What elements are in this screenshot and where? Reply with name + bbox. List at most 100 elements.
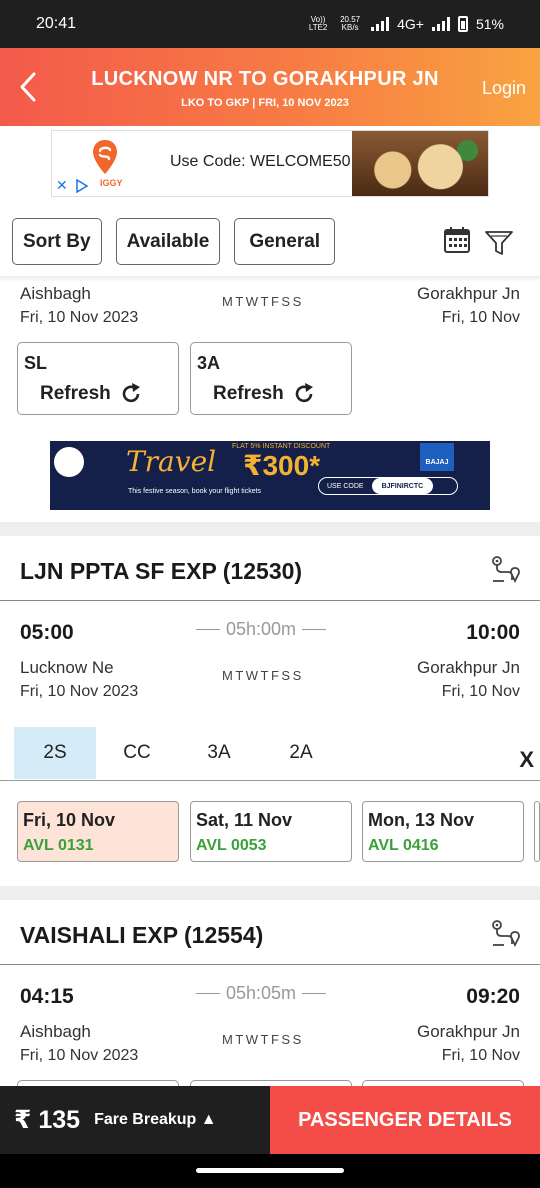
refresh-button[interactable]: Refresh	[40, 382, 143, 406]
train-name: LJN PPTA SF EXP (12530)	[20, 558, 303, 584]
class-card-sl[interactable]: SL Refresh	[17, 342, 179, 415]
bajaj-logo: BAJAJ	[420, 443, 454, 471]
from-station: Aishbagh	[20, 284, 91, 303]
divider	[0, 600, 540, 601]
from-station: Lucknow Ne	[20, 658, 114, 677]
date-availability-card[interactable]: Fri, 10 Nov AVL 0131	[17, 801, 179, 862]
tab-cc[interactable]: CC	[96, 727, 178, 779]
ad-promo-code: Use Code: WELCOME50	[170, 153, 351, 170]
passenger-details-button[interactable]: PASSENGER DETAILS	[270, 1086, 540, 1154]
ad-festive-text: This festive season, book your flight ti…	[128, 488, 262, 495]
app-header: LUCKNOW NR TO GORAKHPUR JN LKO TO GKP | …	[0, 48, 540, 126]
from-date: Fri, 10 Nov 2023	[20, 1047, 139, 1064]
calendar-icon[interactable]	[443, 226, 471, 254]
ad-code-value: BJFINIRCTC	[371, 478, 434, 494]
refresh-icon	[122, 383, 140, 403]
network-speed: 20.57 KB/s	[337, 16, 363, 32]
journey-duration: 05h:05m	[196, 983, 327, 1004]
irctc-logo-icon	[54, 447, 84, 477]
status-time: 20:41	[36, 15, 77, 32]
duration-line	[196, 993, 220, 994]
departure-time: 05:00	[20, 621, 74, 644]
arrival-time: 09:20	[466, 985, 520, 1008]
bottom-action-bar: ₹ 135 Fare Breakup ▲ PASSENGER DETAILS	[0, 1086, 540, 1154]
status-icons: Vo)) LTE2 20.57 KB/s 4G+ 51%	[307, 16, 504, 32]
tab-2a[interactable]: 2A	[260, 727, 342, 779]
fare-section[interactable]: ₹ 135 Fare Breakup ▲	[0, 1086, 270, 1154]
date-availability-card[interactable]: Sat, 11 Nov AVL 0053	[190, 801, 352, 862]
cell-signal-icon	[431, 17, 450, 31]
wifi-signal-icon	[371, 17, 390, 31]
bajaj-ad-banner[interactable]: Travel FLAT 5% INSTANT DISCOUNT ₹300* Th…	[50, 441, 490, 510]
filter-bar: Sort By Available General	[12, 218, 336, 265]
availability-status: AVL 0416	[368, 837, 439, 854]
refresh-label: Refresh	[213, 383, 284, 404]
to-date: Fri, 10 Nov	[441, 683, 520, 700]
login-link[interactable]: Login	[482, 78, 526, 99]
section-separator	[0, 522, 540, 536]
ad-discount-amount: ₹300*	[243, 450, 321, 481]
route-subtitle: LKO TO GKP | FRI, 10 NOV 2023	[181, 97, 349, 109]
from-date: Fri, 10 Nov 2023	[20, 683, 139, 700]
available-filter-button[interactable]: Available	[115, 218, 221, 265]
class-card-3a[interactable]: 3A Refresh	[190, 342, 352, 415]
ad-headline: Travel	[126, 445, 217, 478]
fare-breakup-toggle[interactable]: Fare Breakup ▲	[94, 1111, 217, 1129]
to-date: Fri, 10 Nov	[441, 309, 520, 326]
train-card-12530: LJN PPTA SF EXP (12530) 05:00 05h:00m 10…	[0, 536, 540, 886]
train-name: VAISHALI EXP (12554)	[20, 922, 264, 948]
tab-3a[interactable]: 3A	[178, 727, 260, 779]
departure-time: 04:15	[20, 985, 74, 1008]
from-date: Fri, 10 Nov 2023	[20, 309, 139, 326]
to-station: Gorakhpur Jn	[417, 1022, 520, 1041]
to-station: Gorakhpur Jn	[417, 284, 520, 303]
network-speed-unit: KB/s	[341, 23, 359, 32]
arrival-time: 10:00	[466, 621, 520, 644]
filter-funnel-icon[interactable]	[484, 227, 514, 257]
battery-level: 51%	[475, 16, 504, 32]
volte-indicator: Vo)) LTE2	[308, 15, 328, 32]
fare-amount: ₹ 135	[14, 1106, 81, 1134]
running-days: MTWTFSS	[222, 668, 304, 683]
class-code: SL	[24, 353, 48, 373]
system-nav-bar	[0, 1154, 540, 1188]
back-arrow-icon[interactable]	[14, 70, 44, 104]
sort-by-button[interactable]: Sort By	[12, 218, 102, 265]
home-gesture-handle[interactable]	[196, 1168, 344, 1173]
route-map-icon[interactable]	[490, 554, 522, 586]
swiggy-ad-banner[interactable]: IGGY ✕ Use Code: WELCOME50	[51, 130, 489, 197]
route-title: LUCKNOW NR TO GORAKHPUR JN	[91, 68, 439, 90]
date-availability-card[interactable]: Mon, 13 Nov AVL 0416	[362, 801, 524, 862]
date-availability-card-partial[interactable]	[534, 801, 540, 862]
availability-date: Sat, 11 Nov	[196, 810, 293, 830]
quota-filter-button[interactable]: General	[234, 218, 336, 265]
duration-text: 05h:00m	[226, 619, 297, 639]
network-type: 4G+	[397, 16, 424, 32]
duration-text: 05h:05m	[226, 983, 297, 1003]
availability-status: AVL 0053	[196, 837, 267, 854]
running-days: MTWTFSS	[222, 1032, 304, 1047]
ad-choices-icon[interactable]	[76, 179, 88, 193]
ad-food-image	[352, 131, 488, 196]
availability-date: Fri, 10 Nov	[23, 810, 116, 830]
route-map-icon[interactable]	[490, 918, 522, 950]
refresh-label: Refresh	[40, 383, 111, 404]
section-separator	[0, 886, 540, 900]
availability-status: AVL 0131	[23, 837, 94, 854]
swiggy-logo-icon	[93, 140, 117, 174]
tab-2s[interactable]: 2S	[14, 727, 96, 779]
from-station: Aishbagh	[20, 1022, 91, 1041]
ad-brand-text: IGGY	[100, 178, 123, 188]
status-bar: 20:41 Vo)) LTE2 20.57 KB/s 4G+ 51%	[0, 0, 540, 48]
refresh-icon	[295, 383, 313, 403]
duration-line	[302, 993, 327, 994]
class-code: 3A	[197, 353, 221, 373]
ad-code-label: USE CODE	[327, 482, 364, 490]
divider	[0, 964, 540, 965]
ad-close-icon[interactable]: ✕	[56, 177, 68, 194]
refresh-button[interactable]: Refresh	[213, 382, 316, 406]
journey-duration: 05h:00m	[196, 619, 327, 640]
divider	[0, 780, 540, 781]
close-classes-button[interactable]: X	[519, 747, 534, 773]
availability-date: Mon, 13 Nov	[368, 810, 475, 830]
